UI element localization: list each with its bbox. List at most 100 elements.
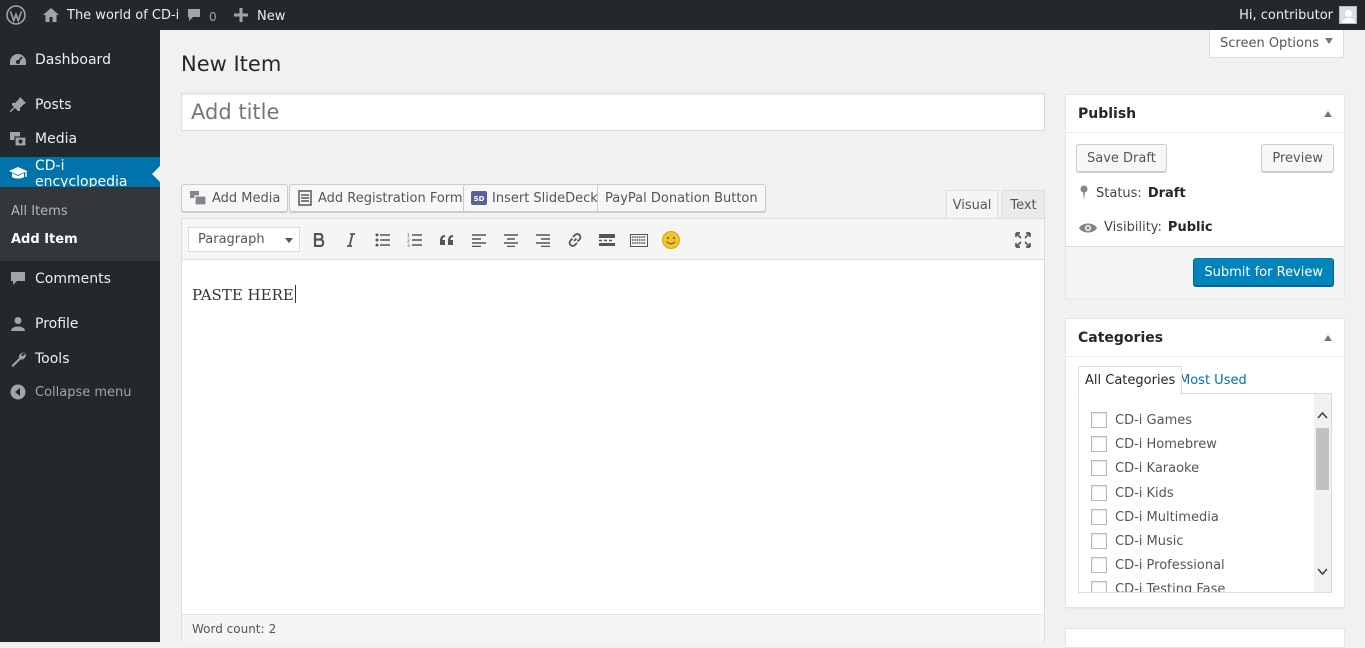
add-registration-form-label: Add Registration Form <box>318 190 463 206</box>
sidebar-item-comments[interactable]: Comments <box>0 262 160 296</box>
sidebar-item-label: Comments <box>35 271 111 287</box>
read-more-button[interactable] <box>595 228 619 252</box>
chevron-up-icon[interactable] <box>1317 410 1328 421</box>
format-select[interactable]: Paragraph <box>188 227 300 252</box>
emoji-button[interactable] <box>659 228 683 252</box>
category-item[interactable]: CD-i Testing Fase <box>1091 581 1225 592</box>
svg-text:SD: SD <box>474 195 485 203</box>
form-icon <box>298 190 312 206</box>
dashboard-icon <box>8 50 28 70</box>
word-count-label: Word count: <box>192 621 265 636</box>
sidebar-item-label: Tools <box>35 351 70 367</box>
italic-button[interactable] <box>339 228 363 252</box>
category-label: CD-i Homebrew <box>1115 436 1217 452</box>
insert-link-button[interactable] <box>563 228 587 252</box>
tab-most-used[interactable]: Most Used <box>1173 366 1253 394</box>
new-label: New <box>257 9 286 24</box>
tab-visual[interactable]: Visual <box>946 190 998 220</box>
categories-box-title: Categories <box>1078 329 1164 346</box>
bullet-list-button[interactable] <box>371 228 395 252</box>
page-title: New Item <box>181 52 282 76</box>
fullscreen-button[interactable] <box>1011 228 1035 252</box>
bold-icon <box>313 233 325 247</box>
slidedeck-icon: SD <box>471 191 487 205</box>
category-label: CD-i Multimedia <box>1115 509 1219 525</box>
toolbar-toggle-button[interactable] <box>627 228 651 252</box>
new-content-link[interactable]: New <box>234 0 285 30</box>
sidebar-item-media[interactable]: Media <box>0 122 160 156</box>
submenu-add-item[interactable]: Add Item <box>11 232 78 247</box>
paypal-donation-button[interactable]: PayPal Donation Button <box>597 184 766 212</box>
category-item[interactable]: CD-i Professional <box>1091 557 1225 573</box>
status-label: Status: <box>1096 185 1142 201</box>
screen-options-button[interactable]: Screen Options <box>1209 30 1344 58</box>
title-input[interactable] <box>181 93 1045 131</box>
add-media-button[interactable]: Add Media <box>181 184 289 212</box>
link-icon <box>568 233 582 247</box>
chevron-down-icon[interactable] <box>1317 566 1328 577</box>
category-checkbox[interactable] <box>1091 509 1107 525</box>
preview-button[interactable]: Preview <box>1261 144 1334 172</box>
category-item[interactable]: CD-i Homebrew <box>1091 436 1217 452</box>
sidebar-item-label: Dashboard <box>35 52 111 68</box>
word-count-value: 2 <box>268 621 277 636</box>
align-left-button[interactable] <box>467 228 491 252</box>
submenu-all-items[interactable]: All Items <box>11 204 68 219</box>
quote-icon <box>440 235 453 245</box>
sidebar-item-tools[interactable]: Tools <box>0 342 160 376</box>
scrollbar-thumb[interactable] <box>1316 428 1329 490</box>
align-right-button[interactable] <box>531 228 555 252</box>
caret-up-icon[interactable] <box>1324 111 1332 117</box>
category-item[interactable]: CD-i Kids <box>1091 485 1174 501</box>
category-checkbox[interactable] <box>1091 581 1107 592</box>
italic-icon <box>347 233 355 247</box>
caret-down-icon <box>1325 37 1333 44</box>
site-name-link[interactable]: The world of CD-i <box>42 0 179 30</box>
tab-text[interactable]: Text <box>1002 190 1045 219</box>
sidebar-item-cdi-encyclopedia[interactable]: CD-i encyclopedia <box>0 157 160 191</box>
caret-up-icon[interactable] <box>1324 335 1332 341</box>
read-more-icon <box>599 234 615 246</box>
category-item[interactable]: CD-i Karaoke <box>1091 460 1199 476</box>
sidebar-item-dashboard[interactable]: Dashboard <box>0 43 160 77</box>
align-center-button[interactable] <box>499 228 523 252</box>
category-checkbox[interactable] <box>1091 436 1107 452</box>
tab-all-categories[interactable]: All Categories <box>1078 366 1183 395</box>
format-select-value: Paragraph <box>198 232 265 247</box>
avatar-icon <box>1339 6 1357 24</box>
publish-box-header[interactable]: Publish <box>1066 95 1344 133</box>
category-checkbox[interactable] <box>1091 460 1107 476</box>
sidebar-item-posts[interactable]: Posts <box>0 88 160 122</box>
sidebar-item-label: Media <box>35 131 78 147</box>
collapse-menu-button[interactable]: Collapse menu <box>0 375 160 409</box>
graduation-cap-icon <box>8 164 28 184</box>
pin-icon <box>8 95 28 115</box>
categories-box-header[interactable]: Categories <box>1066 319 1344 357</box>
greeting: Hi, contributor <box>1239 7 1333 23</box>
category-item[interactable]: CD-i Games <box>1091 412 1192 428</box>
category-checkbox[interactable] <box>1091 412 1107 428</box>
collapse-arrow-icon <box>8 382 28 402</box>
numbered-list-button[interactable]: 123 <box>403 228 427 252</box>
add-registration-form-button[interactable]: Add Registration Form <box>289 184 471 212</box>
insert-slidedeck-button[interactable]: SD Insert SlideDeck <box>463 184 606 212</box>
category-checkbox[interactable] <box>1091 485 1107 501</box>
category-checkbox[interactable] <box>1091 533 1107 549</box>
wordpress-logo-icon[interactable] <box>6 0 26 30</box>
status-value: Draft <box>1147 185 1186 201</box>
save-draft-button[interactable]: Save Draft <box>1076 144 1167 172</box>
comments-link[interactable]: 0 <box>186 0 217 30</box>
category-checkbox[interactable] <box>1091 557 1107 573</box>
my-account-link[interactable]: Hi, contributor <box>1239 0 1357 30</box>
category-list: CD-i Games CD-i Homebrew CD-i Karaoke CD… <box>1078 393 1332 593</box>
submit-for-review-button[interactable]: Submit for Review <box>1193 258 1334 286</box>
category-scrollbar[interactable] <box>1314 394 1331 592</box>
bold-button[interactable] <box>307 228 331 252</box>
sidebar-item-profile[interactable]: Profile <box>0 307 160 341</box>
category-item[interactable]: CD-i Music <box>1091 533 1184 549</box>
category-item[interactable]: CD-i Multimedia <box>1091 509 1219 525</box>
align-center-icon <box>504 233 518 247</box>
blockquote-button[interactable] <box>435 228 459 252</box>
sidebar-item-label: Profile <box>35 316 79 332</box>
editor-content[interactable]: PASTE HERE <box>192 285 296 304</box>
